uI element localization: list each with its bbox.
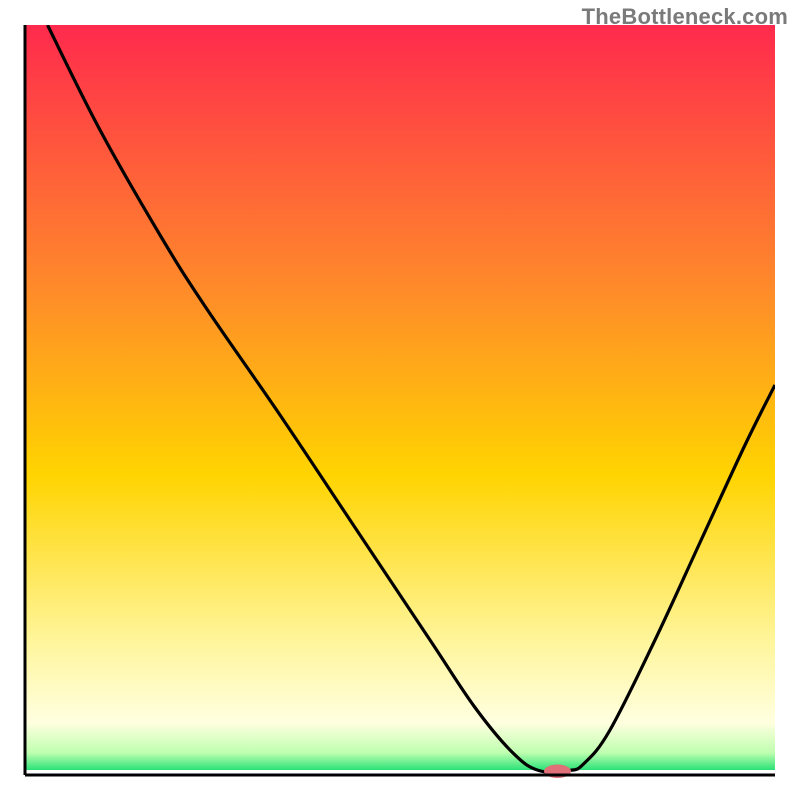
chart-container: TheBottleneck.com: [0, 0, 800, 800]
watermark-label: TheBottleneck.com: [582, 4, 788, 30]
chart-svg: [0, 0, 800, 800]
chart-gradient-background: [25, 25, 775, 775]
